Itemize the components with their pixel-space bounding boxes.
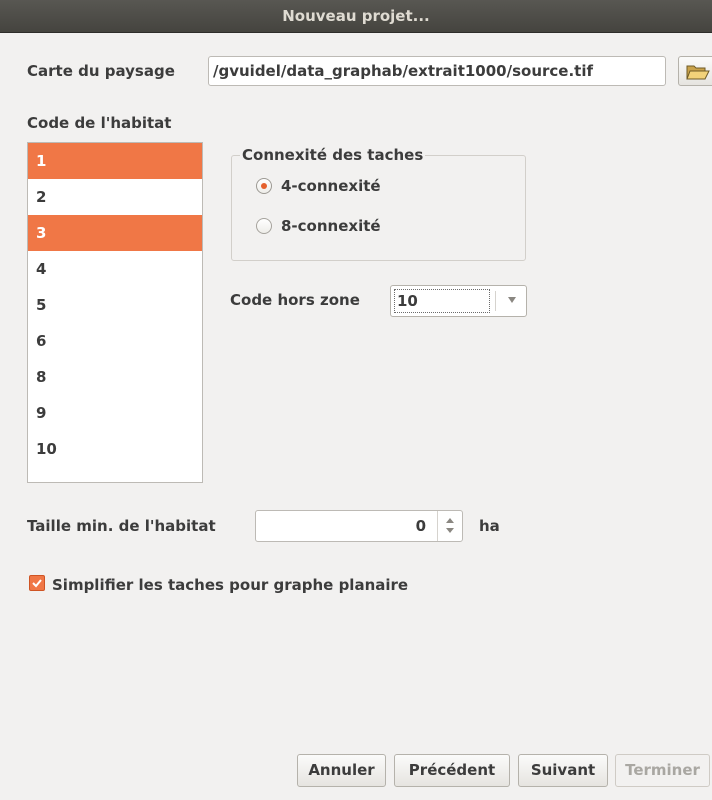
nodata-label: Code hors zone — [230, 291, 360, 309]
spin-down-icon[interactable] — [446, 528, 454, 533]
simplify-label: Simplifier les taches pour graphe planai… — [52, 576, 409, 594]
landscape-label: Carte du paysage — [27, 62, 175, 80]
list-item[interactable]: 4 — [28, 251, 202, 287]
min-size-value: 0 — [415, 517, 426, 535]
min-size-label: Taille min. de l'habitat — [27, 517, 216, 535]
radio-label: 8-connexité — [281, 217, 381, 235]
list-item[interactable]: 9 — [28, 395, 202, 431]
window-title: Nouveau projet... — [282, 7, 430, 25]
radio-label: 4-connexité — [281, 177, 381, 195]
habitat-code-list[interactable]: 1 2 3 4 5 6 8 9 10 — [27, 142, 203, 483]
combo-separator — [495, 291, 496, 311]
list-item[interactable]: 5 — [28, 287, 202, 323]
list-item[interactable]: 8 — [28, 359, 202, 395]
min-size-spinbox[interactable]: 0 — [255, 510, 463, 542]
list-item[interactable]: 2 — [28, 179, 202, 215]
cancel-button[interactable]: Annuler — [297, 754, 386, 787]
spin-up-icon[interactable] — [446, 518, 454, 523]
list-item[interactable]: 1 — [28, 143, 202, 179]
radio-button[interactable] — [256, 178, 272, 194]
window-title-bar: Nouveau projet... — [0, 0, 712, 33]
finish-button[interactable]: Terminer — [615, 754, 710, 787]
nodata-combobox[interactable]: 10 — [390, 285, 527, 317]
radio-8-connexity[interactable]: 8-connexité — [256, 216, 381, 236]
min-size-unit: ha — [479, 517, 500, 535]
radio-4-connexity[interactable]: 4-connexité — [256, 176, 381, 196]
connexity-groupbox — [231, 155, 526, 261]
next-button[interactable]: Suivant — [518, 754, 608, 787]
nodata-value: 10 — [394, 289, 490, 313]
folder-open-icon — [686, 65, 710, 80]
spin-buttons — [437, 511, 462, 541]
browse-button[interactable] — [678, 56, 712, 86]
chevron-down-icon — [508, 297, 516, 303]
habitat-label: Code de l'habitat — [27, 114, 172, 132]
list-item[interactable]: 6 — [28, 323, 202, 359]
landscape-path-input[interactable]: /gvuidel/data_graphab/extrait1000/source… — [208, 56, 666, 86]
list-item[interactable]: 3 — [28, 215, 202, 251]
checkmark-icon — [32, 579, 42, 588]
connexity-group-title: Connexité des taches — [240, 146, 426, 164]
previous-button[interactable]: Précédent — [394, 754, 510, 787]
radio-button[interactable] — [256, 218, 272, 234]
list-item[interactable]: 10 — [28, 431, 202, 467]
simplify-checkbox[interactable] — [29, 575, 45, 591]
